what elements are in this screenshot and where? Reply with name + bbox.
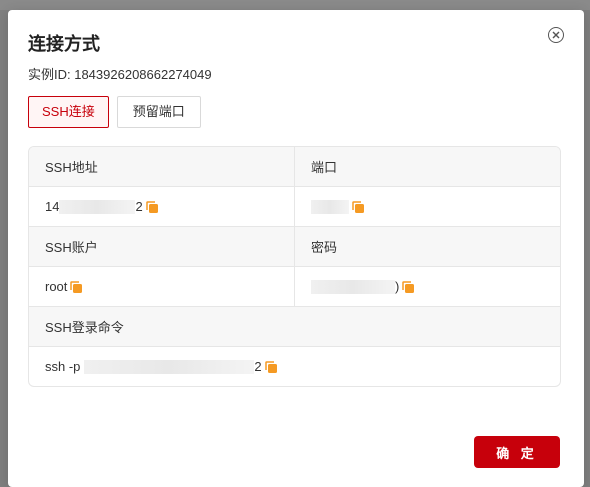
confirm-button[interactable]: 确 定	[474, 436, 560, 468]
ssh-account-label: SSH账户	[45, 240, 98, 255]
ssh-address-value-start: 14	[45, 199, 60, 214]
ssh-account-cell: root	[29, 267, 294, 306]
password-value-end: )	[395, 279, 400, 294]
ssh-command-label: SSH登录命令	[45, 320, 124, 335]
table-row: root )	[29, 266, 560, 306]
ssh-command-value-end: 2	[254, 359, 262, 374]
password-cell: )	[294, 267, 560, 306]
table-row: ssh -p 2	[29, 346, 560, 386]
copy-ssh-address-icon[interactable]	[145, 200, 158, 213]
copy-password-icon[interactable]	[402, 280, 415, 293]
background-page	[0, 0, 590, 10]
copy-ssh-command-icon[interactable]	[264, 360, 277, 373]
ssh-address-label: SSH地址	[45, 160, 98, 175]
password-label: 密码	[294, 227, 560, 266]
table-row: SSH账户 密码	[29, 226, 560, 266]
tab-reserved-ports[interactable]: 预留端口	[116, 96, 201, 128]
ssh-command-cell: ssh -p 2	[29, 347, 560, 386]
connection-info-table: SSH地址 端口 14 2 SSH账户 密码 root) SSH登录命令 ss…	[28, 146, 561, 387]
table-row: 14 2	[29, 186, 560, 226]
connection-tabs: SSH连接 预留端口	[28, 96, 201, 128]
table-row: SSH地址 端口	[29, 147, 560, 186]
ssh-address-cell: 14 2	[29, 187, 294, 226]
instance-id: 实例ID: 1843926208662274049	[28, 67, 212, 82]
copy-port-icon[interactable]	[352, 200, 364, 213]
close-icon	[552, 31, 560, 39]
ssh-account-value: root	[45, 279, 68, 294]
table-row: SSH登录命令	[29, 306, 560, 346]
masked-value	[84, 359, 255, 374]
ssh-command-value-start: ssh -p	[45, 359, 81, 374]
close-button[interactable]	[548, 27, 564, 43]
dialog-title: 连接方式	[28, 34, 100, 54]
ssh-address-value-end: 2	[135, 199, 143, 214]
port-cell	[294, 187, 560, 226]
masked-value	[59, 199, 136, 214]
copy-ssh-account-icon[interactable]	[70, 280, 83, 293]
connection-dialog: 连接方式 实例ID: 1843926208662274049 SSH连接 预留端…	[8, 10, 584, 487]
tab-ssh-connection[interactable]: SSH连接	[28, 96, 109, 128]
port-label: 端口	[294, 147, 560, 186]
masked-value	[311, 199, 349, 214]
masked-value	[311, 279, 395, 294]
